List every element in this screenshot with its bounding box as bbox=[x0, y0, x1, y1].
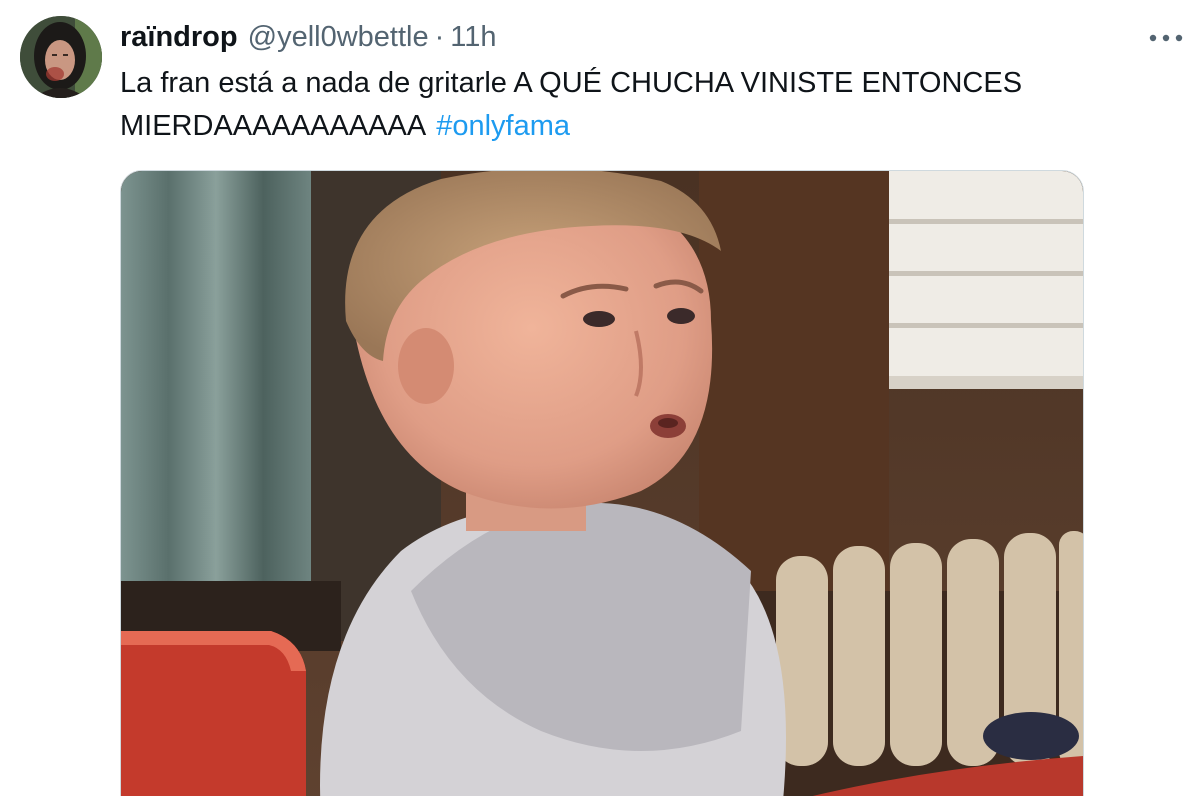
avatar[interactable] bbox=[20, 16, 102, 98]
tweet-text-line-2-text: MIERDAAAAAAAAAAA bbox=[120, 110, 427, 142]
tweet-text: La fran está a nada de gritarle A QUÉ CH… bbox=[120, 62, 1160, 148]
hashtag-link[interactable]: #onlyfama bbox=[436, 110, 570, 142]
more-options-button[interactable] bbox=[1146, 18, 1186, 58]
tweet-header: raïndrop @yell0wbettle · 11h bbox=[120, 19, 497, 55]
separator: · bbox=[434, 20, 445, 53]
avatar-image bbox=[20, 16, 102, 98]
user-handle[interactable]: @yell0wbettle bbox=[248, 21, 429, 54]
tweet-media[interactable] bbox=[120, 170, 1084, 796]
tweet-text-line-1: La fran está a nada de gritarle A QUÉ CH… bbox=[120, 67, 1023, 99]
tweet-text-line-2: MIERDAAAAAAAAAAA #onlyfama bbox=[120, 105, 1160, 148]
tweet[interactable]: raïndrop @yell0wbettle · 11h La fran est… bbox=[0, 0, 1200, 796]
display-name[interactable]: raïndrop bbox=[120, 21, 238, 54]
media-photo bbox=[121, 171, 1083, 796]
timestamp[interactable]: 11h bbox=[450, 21, 496, 54]
more-horizontal-icon bbox=[1149, 34, 1183, 42]
